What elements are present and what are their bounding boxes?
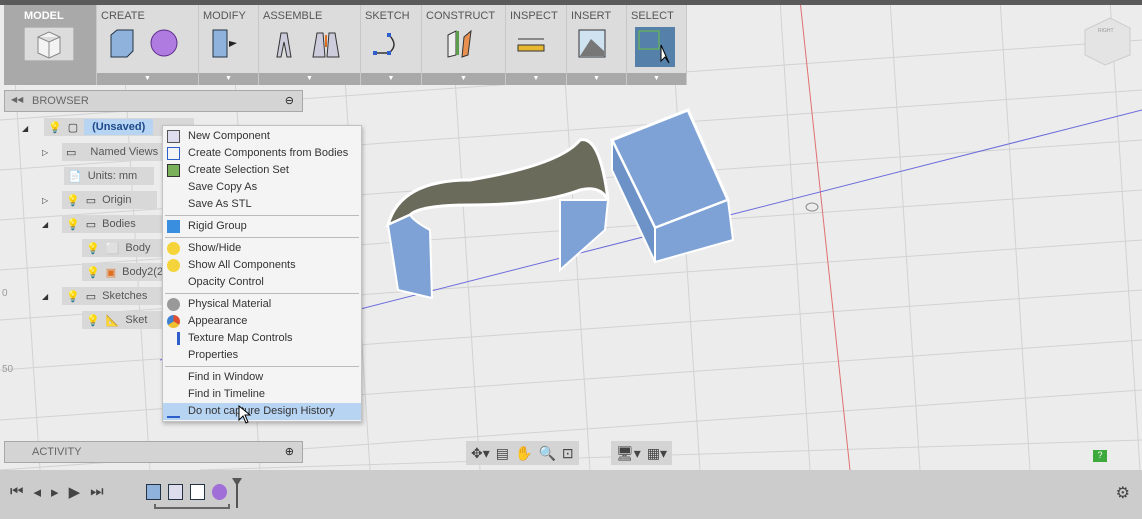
timeline-group-bracket [154,504,230,509]
menu-new-component[interactable]: New Component [163,128,361,145]
browser-panel-header[interactable]: ◀◀ BROWSER ⊖ [4,90,303,112]
minus-circle-icon[interactable]: ⊖ [285,94,294,107]
zoom-icon[interactable]: 🔍 [538,445,555,462]
lightbulb-icon [167,259,180,272]
timeline-sketch-icon[interactable] [190,484,205,500]
timeline-bar: ⏮ ◂ ▸ ▶ ⏭ ⚙ [0,470,1142,519]
playback-controls: ⏮ ◂ ▸ ▶ ⏭ [10,483,104,501]
tree-item-units[interactable]: 📄 Units: mm [64,167,154,185]
sketch-arc-icon [373,33,395,55]
menu-show-hide[interactable]: Show/Hide [163,240,361,257]
expand-arrow-icon[interactable]: ◢ [22,124,28,133]
joint-icon [276,32,292,58]
expand-arrow-icon[interactable]: ▷ [42,148,48,157]
tree-item-bodies[interactable]: 💡 ▭ Bodies [62,215,162,233]
svg-text:RIGHT: RIGHT [1098,28,1114,34]
modify-menu[interactable]: MODIFY ▼ [199,5,259,85]
components-from-bodies-icon [167,147,180,160]
tree-item-sketches[interactable]: 💡 ▭ Sketches [62,287,162,305]
display-bar: 🖥▾ ▦▾ [611,441,673,465]
press-pull-icon [212,29,237,58]
play-icon[interactable]: ▶ [69,483,81,501]
create-menu[interactable]: CREATE ▼ [97,5,199,85]
menu-physical-material[interactable]: Physical Material [163,296,361,313]
menu-texture-map-controls[interactable]: Texture Map Controls [163,330,361,347]
select-menu[interactable]: SELECT ▼ [627,5,687,85]
rigid-group-icon [167,220,180,233]
expand-arrow-icon[interactable]: ▷ [42,196,48,205]
assemble-menu[interactable]: ASSEMBLE ▼ [259,5,361,85]
grid-label: 0 [2,288,8,299]
look-at-icon[interactable]: ▤ [496,445,509,462]
grid-label: 50 [2,364,14,375]
as-built-joint-icon [312,32,340,58]
menu-save-as-stl[interactable]: Save As STL [163,196,361,213]
workspace-model-button[interactable]: MODEL [4,5,97,85]
box-icon [110,29,134,58]
expand-arrow-icon[interactable]: ◢ [42,292,48,301]
plane-icon [447,29,472,58]
inspect-menu[interactable]: INSPECT ▼ [506,5,567,85]
expand-arrow-icon[interactable]: ◢ [42,220,48,229]
tree-item-sketch[interactable]: 💡 📐 Sket [82,311,162,329]
toolbar: MODEL CREATE ▼ MODIFY ▼ ASSEMBLE ▼ SKETC… [4,5,687,85]
collapse-icon[interactable]: ◀◀ [11,95,23,104]
menu-rigid-group[interactable]: Rigid Group [163,218,361,235]
select-icon [635,27,675,67]
material-sphere-icon [167,298,180,311]
fit-icon[interactable]: ⊡ [562,445,574,462]
help-icon[interactable]: ? [1093,450,1107,462]
menu-save-copy-as[interactable]: Save Copy As [163,179,361,196]
sketch-menu[interactable]: SKETCH ▼ [361,5,422,85]
sphere-icon [150,29,178,57]
menu-find-in-timeline[interactable]: Find in Timeline [163,386,361,403]
tree-item-named-views[interactable]: ▭ Named Views [62,143,172,161]
pan-hand-icon[interactable]: ✋ [515,445,532,462]
menu-show-all-components[interactable]: Show All Components [163,257,361,274]
menu-opacity-control[interactable]: Opacity Control [163,274,361,291]
new-component-icon [167,130,180,143]
timeline-icon [167,405,180,418]
timeline-extrude-icon[interactable] [146,484,161,500]
menu-properties[interactable]: Properties [163,347,361,364]
menu-create-components-from-bodies[interactable]: Create Components from Bodies [163,145,361,162]
step-back-icon[interactable]: ◂ [34,483,42,501]
create-dropdown-arrow: ▼ [97,73,198,85]
timeline-revolve-icon[interactable] [168,484,183,500]
grid-settings-icon[interactable]: ▦▾ [647,445,667,462]
plus-circle-icon[interactable]: ⊕ [285,445,294,458]
selection-set-icon [167,164,180,177]
lightbulb-icon [167,242,180,255]
gear-icon[interactable]: ⚙ [1116,483,1130,503]
timeline-sphere-icon[interactable] [212,484,227,500]
context-menu: New Component Create Components from Bod… [162,125,362,422]
menu-appearance[interactable]: Appearance [163,313,361,330]
tree-item-body2[interactable]: 💡▣Body2(2) [82,263,162,281]
measure-icon [517,38,545,52]
tree-item-body1[interactable]: 💡 ⬜ Body [82,239,162,257]
go-to-start-icon[interactable]: ⏮ [10,483,24,501]
tree-item-origin[interactable]: 💡 ▭ Origin [62,191,157,209]
menu-do-not-capture-design-history[interactable]: Do not capture Design History [163,403,361,420]
construct-menu[interactable]: CONSTRUCT ▼ [422,5,506,85]
appearance-icon [167,315,180,328]
texture-map-icon [167,332,180,345]
orbit-icon[interactable]: ✥▾ [471,445,490,462]
timeline-features [146,484,227,500]
go-to-end-icon[interactable]: ⏭ [90,483,104,501]
mouse-cursor-icon [238,405,252,424]
model-cube-icon [24,27,74,61]
insert-image-icon [578,29,606,58]
menu-create-selection-set[interactable]: Create Selection Set [163,162,361,179]
timeline-marker-handle[interactable] [232,478,242,486]
display-settings-icon[interactable]: 🖥▾ [616,445,641,462]
insert-menu[interactable]: INSERT ▼ [567,5,627,85]
step-forward-icon[interactable]: ▸ [51,483,59,501]
menu-find-in-window[interactable]: Find in Window [163,369,361,386]
activity-panel-header[interactable]: ACTIVITY ⊕ [4,441,303,463]
navigation-bar: ✥▾ ▤ ✋ 🔍 ⊡ [466,441,579,465]
